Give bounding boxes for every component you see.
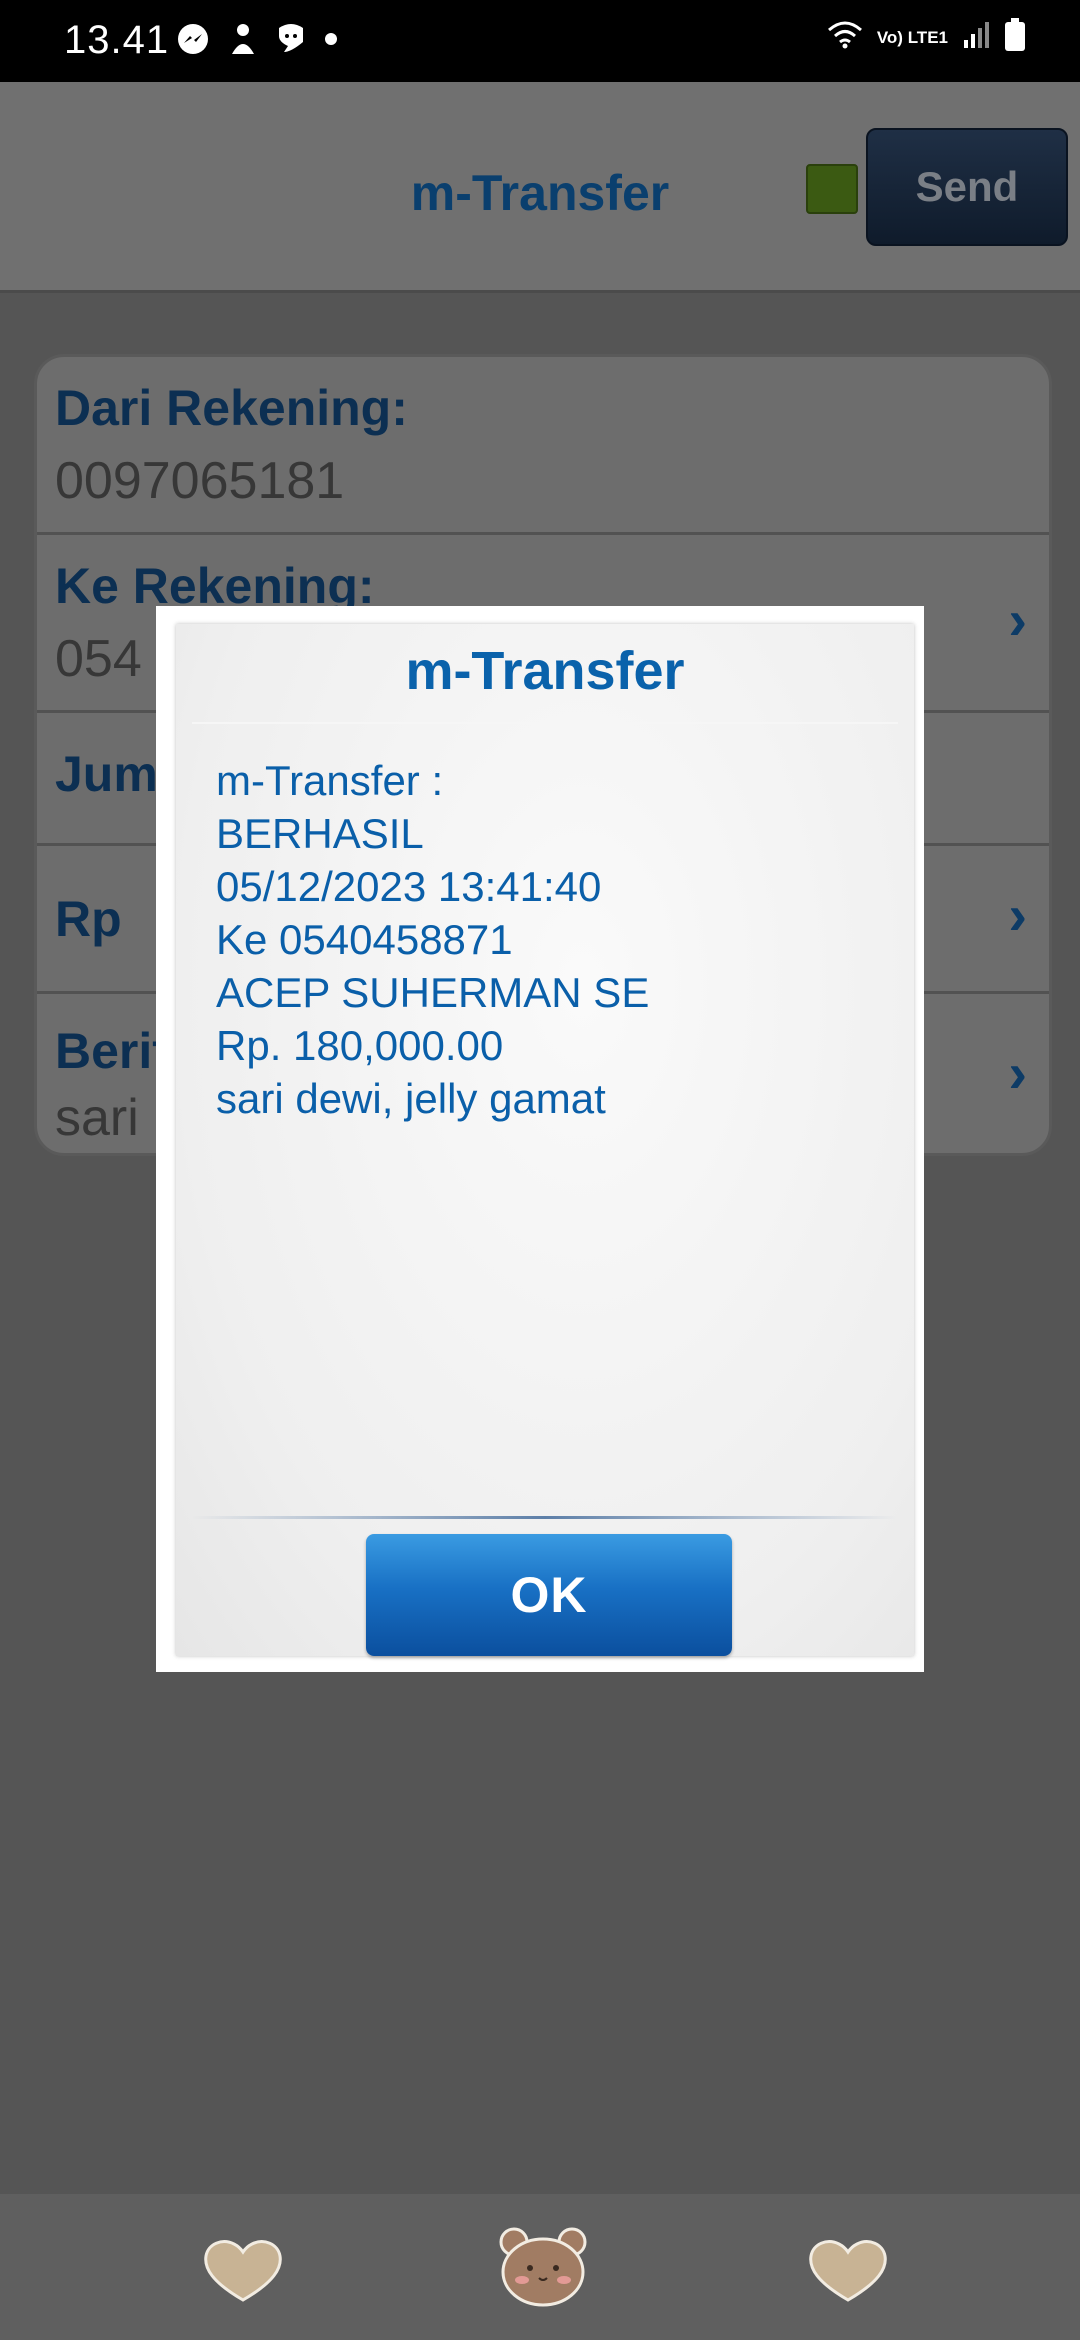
form-row-source-account[interactable]: Dari Rekening: 0097065181 xyxy=(37,357,1049,535)
destination-account-value: 054 xyxy=(55,630,142,688)
amount-label: Rp xyxy=(55,891,122,947)
message-line-datetime: 05/12/2023 13:41:40 xyxy=(216,863,602,910)
chevron-right-icon: › xyxy=(1008,883,1027,946)
app-notification-icon xyxy=(228,22,258,61)
divider xyxy=(192,722,898,724)
connection-status-indicator xyxy=(806,164,858,214)
divider xyxy=(192,1516,898,1519)
dialog-title: m-Transfer xyxy=(405,641,685,701)
notification-icons xyxy=(176,22,338,61)
dialog-message: m-Transfer : BERHASIL 05/12/2023 13:41:4… xyxy=(216,754,876,1125)
network-type-label: Vo) LTE1 xyxy=(876,28,948,47)
amount-type-label: Jum xyxy=(55,746,158,802)
message-line-status: BERHASIL xyxy=(216,810,424,857)
send-button[interactable]: Send xyxy=(866,128,1068,246)
source-account-label: Dari Rekening: xyxy=(55,380,408,436)
messenger-icon xyxy=(176,22,210,61)
source-account-value: 0097065181 xyxy=(55,452,345,510)
transfer-result-dialog: m-Transfer m-Transfer : BERHASIL 05/12/2… xyxy=(156,606,924,1672)
wifi-icon xyxy=(827,20,863,55)
app-header: m-Transfer Send xyxy=(0,82,1080,293)
dialog-panel: m-Transfer m-Transfer : BERHASIL 05/12/2… xyxy=(176,624,914,1656)
message-line-destination: Ke 0540458871 xyxy=(216,916,513,963)
chat-notification-icon xyxy=(276,22,306,61)
ok-button[interactable]: OK xyxy=(366,1534,732,1656)
more-notifications-dot-icon xyxy=(324,32,338,51)
heart-icon[interactable] xyxy=(807,2238,889,2304)
status-time: 13.41 xyxy=(64,18,170,62)
message-label: Berit xyxy=(55,1023,169,1079)
message-line-recipient: ACEP SUHERMAN SE xyxy=(216,969,650,1016)
message-line-header: m-Transfer : xyxy=(216,757,444,804)
system-icons: Vo) LTE1 xyxy=(827,18,1026,57)
status-bar: 13.41 Vo) LTE1 xyxy=(0,0,1080,82)
chevron-right-icon: › xyxy=(1008,1041,1027,1104)
battery-icon xyxy=(1004,18,1026,57)
message-line-note: sari dewi, jelly gamat xyxy=(216,1075,606,1122)
bottom-navigation-bar xyxy=(0,2194,1080,2340)
message-value: sari xyxy=(55,1089,139,1147)
bear-icon[interactable] xyxy=(498,2224,588,2308)
chevron-right-icon: › xyxy=(1008,588,1027,651)
message-line-amount: Rp. 180,000.00 xyxy=(216,1022,504,1069)
signal-icon xyxy=(962,20,990,55)
heart-icon[interactable] xyxy=(202,2238,284,2304)
